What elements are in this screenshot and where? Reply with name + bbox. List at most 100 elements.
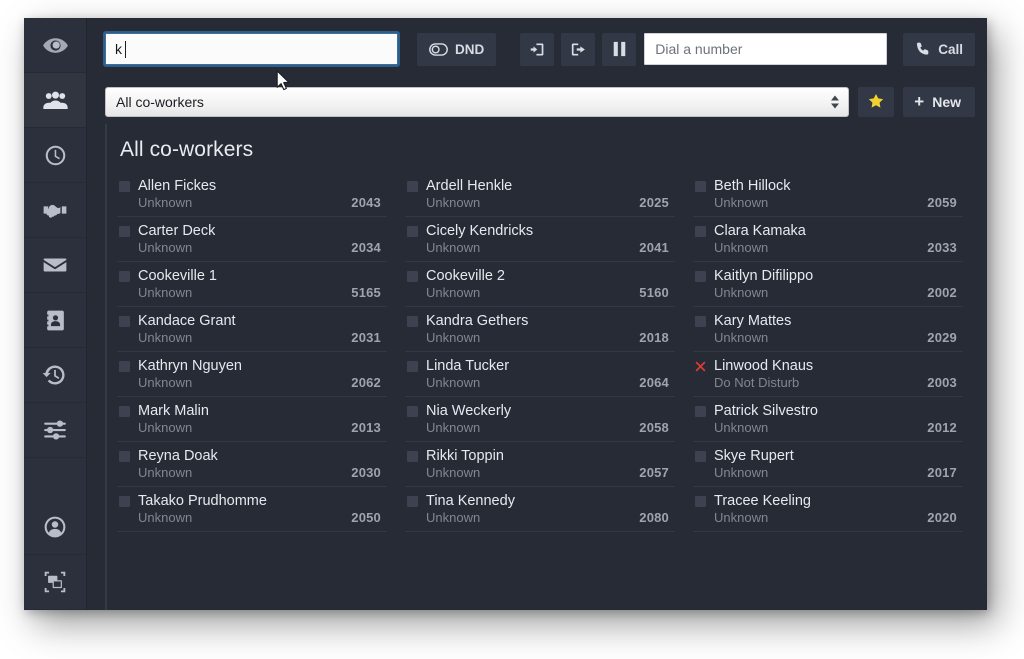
- contact-row[interactable]: Kaitlyn DifilippoUnknown2002: [693, 262, 963, 307]
- contact-checkbox[interactable]: [695, 406, 706, 417]
- contact-row[interactable]: Nia WeckerlyUnknown2058: [405, 397, 675, 442]
- sidebar-item-screen-share[interactable]: [24, 555, 86, 610]
- contact-checkbox[interactable]: [407, 361, 418, 372]
- contact-row-header: Kary Mattes: [695, 313, 959, 329]
- sidebar-item-history[interactable]: [24, 348, 86, 403]
- history-icon: [42, 362, 68, 388]
- contact-row-detail: Unknown2002: [695, 285, 959, 300]
- contact-row-detail: Unknown2064: [407, 375, 671, 390]
- contact-list-scroll[interactable]: All co-workers Allen FickesUnknown2043 Ar…: [105, 124, 987, 610]
- contact-row[interactable]: Kathryn NguyenUnknown2062: [117, 352, 387, 397]
- contact-checkbox[interactable]: [119, 316, 130, 327]
- contact-name: Tracee Keeling: [714, 493, 811, 509]
- dnd-button[interactable]: DND: [417, 33, 496, 66]
- contact-row-header: Kandace Grant: [119, 313, 383, 329]
- contact-row-detail: Unknown2020: [695, 510, 959, 525]
- contact-checkbox[interactable]: [695, 226, 706, 237]
- contact-extension: 2034: [351, 240, 381, 255]
- contact-row[interactable]: Kary MattesUnknown2029: [693, 307, 963, 352]
- content-area: All co-workers Allen FickesUnknown2043 Ar…: [87, 124, 987, 610]
- search-input[interactable]: [105, 33, 398, 65]
- sidebar-rail: [24, 18, 87, 610]
- contact-checkbox[interactable]: [695, 316, 706, 327]
- contact-row[interactable]: Patrick SilvestroUnknown2012: [693, 397, 963, 442]
- contact-row-detail: Unknown2062: [119, 375, 383, 390]
- group-select[interactable]: All co-workers: [105, 87, 849, 117]
- contact-row[interactable]: Ardell HenkleUnknown2025: [405, 172, 675, 217]
- contact-checkbox[interactable]: [407, 271, 418, 282]
- sidebar-item-account[interactable]: [24, 500, 86, 555]
- contact-row[interactable]: Carter DeckUnknown2034: [117, 217, 387, 262]
- sidebar-item-recents[interactable]: [24, 128, 86, 183]
- contact-row-detail: Unknown2017: [695, 465, 959, 480]
- contact-checkbox[interactable]: [407, 451, 418, 462]
- contact-row[interactable]: Mark MalinUnknown2013: [117, 397, 387, 442]
- contact-row[interactable]: Beth HillockUnknown2059: [693, 172, 963, 217]
- contact-checkbox[interactable]: [695, 181, 706, 192]
- sidebar-item-presence[interactable]: [24, 18, 86, 73]
- plus-icon: +: [914, 93, 924, 110]
- contact-row-header: Clara Kamaka: [695, 223, 959, 239]
- hold-button[interactable]: [602, 33, 636, 66]
- contact-checkbox[interactable]: [695, 451, 706, 462]
- envelope-icon: [42, 252, 68, 278]
- sidebar-item-contacts[interactable]: [24, 293, 86, 348]
- content-left-rule: [105, 124, 107, 610]
- contact-checkbox[interactable]: [407, 316, 418, 327]
- contact-row-detail: Unknown2043: [119, 195, 383, 210]
- contact-checkbox[interactable]: [119, 406, 130, 417]
- contact-presence: Unknown: [714, 285, 768, 300]
- contact-extension: 5165: [351, 285, 381, 300]
- contact-name: Rikki Toppin: [426, 448, 504, 464]
- contact-checkbox[interactable]: [119, 451, 130, 462]
- contact-checkbox[interactable]: [407, 496, 418, 507]
- contact-row[interactable]: Linwood KnausDo Not Disturb2003: [693, 352, 963, 397]
- contact-row-header: Tracee Keeling: [695, 493, 959, 509]
- contact-row[interactable]: Cicely KendricksUnknown2041: [405, 217, 675, 262]
- contact-row[interactable]: Tracee KeelingUnknown2020: [693, 487, 963, 532]
- sidebar-item-meetings[interactable]: [24, 183, 86, 238]
- contact-presence: Unknown: [714, 240, 768, 255]
- favorites-button[interactable]: [858, 87, 894, 117]
- contact-row[interactable]: Allen FickesUnknown2043: [117, 172, 387, 217]
- contact-name: Tina Kennedy: [426, 493, 515, 509]
- page-title: All co-workers: [120, 138, 963, 162]
- contact-row[interactable]: Cookeville 2Unknown5160: [405, 262, 675, 307]
- contact-extension: 2012: [927, 420, 957, 435]
- sidebar-item-co-workers[interactable]: [24, 73, 86, 128]
- contact-row[interactable]: Reyna DoakUnknown2030: [117, 442, 387, 487]
- contact-row[interactable]: Tina KennedyUnknown2080: [405, 487, 675, 532]
- contact-checkbox[interactable]: [407, 406, 418, 417]
- contact-row[interactable]: Skye RupertUnknown2017: [693, 442, 963, 487]
- contact-checkbox[interactable]: [119, 271, 130, 282]
- contact-row[interactable]: Takako PrudhommeUnknown2050: [117, 487, 387, 532]
- transfer-in-button[interactable]: [520, 33, 554, 66]
- new-button[interactable]: + New: [903, 87, 975, 117]
- contact-row[interactable]: Kandra GethersUnknown2018: [405, 307, 675, 352]
- contact-checkbox[interactable]: [695, 496, 706, 507]
- contact-row-header: Allen Fickes: [119, 178, 383, 194]
- contact-row-header: Cookeville 2: [407, 268, 671, 284]
- contact-row-header: Kaitlyn Difilippo: [695, 268, 959, 284]
- contact-checkbox[interactable]: [407, 181, 418, 192]
- call-button[interactable]: Call: [903, 33, 975, 66]
- contact-checkbox[interactable]: [119, 181, 130, 192]
- contact-checkbox[interactable]: [695, 271, 706, 282]
- contact-checkbox[interactable]: [119, 361, 130, 372]
- sidebar-item-voicemail[interactable]: [24, 238, 86, 293]
- transfer-out-button[interactable]: [561, 33, 595, 66]
- contact-row[interactable]: Rikki ToppinUnknown2057: [405, 442, 675, 487]
- contact-row[interactable]: Cookeville 1Unknown5165: [117, 262, 387, 307]
- contact-row-detail: Unknown2080: [407, 510, 671, 525]
- sidebar-item-settings[interactable]: [24, 403, 86, 458]
- contact-name: Nia Weckerly: [426, 403, 511, 419]
- dial-number-input[interactable]: [644, 33, 887, 65]
- chevron-updown-icon[interactable]: [831, 96, 839, 109]
- contact-row[interactable]: Kandace GrantUnknown2031: [117, 307, 387, 352]
- contact-checkbox[interactable]: [119, 226, 130, 237]
- contact-checkbox[interactable]: [407, 226, 418, 237]
- contact-row[interactable]: Clara KamakaUnknown2033: [693, 217, 963, 262]
- contact-row-header: Rikki Toppin: [407, 448, 671, 464]
- contact-row[interactable]: Linda TuckerUnknown2064: [405, 352, 675, 397]
- contact-checkbox[interactable]: [119, 496, 130, 507]
